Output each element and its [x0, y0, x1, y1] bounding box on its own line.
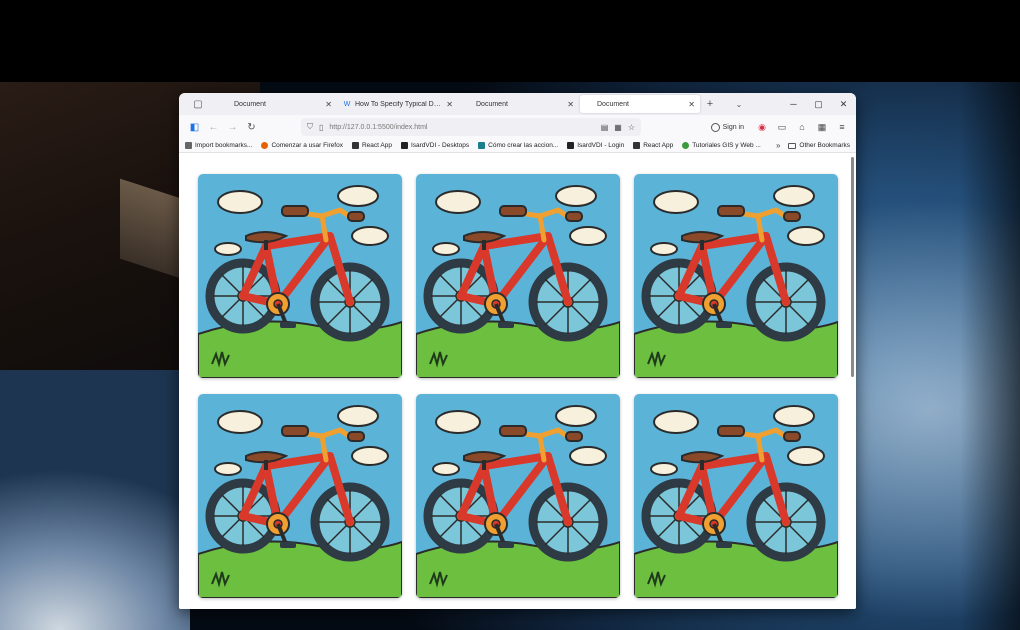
black-band — [0, 0, 1020, 82]
bookmark-label: React App — [643, 142, 674, 149]
url-text[interactable]: http://127.0.0.1:5500/index.html — [329, 124, 427, 131]
page-content — [179, 153, 856, 609]
tab-label: Document — [597, 100, 629, 108]
isard-icon — [400, 142, 408, 149]
bicycle-illustration — [198, 174, 402, 378]
other-bookmarks[interactable]: Other Bookmarks — [788, 142, 850, 149]
toolbar-right: Sign in ◉ ▭ ⌂ ▦ ≡ — [710, 119, 850, 135]
firefox-icon — [261, 142, 269, 149]
react-icon — [351, 142, 359, 149]
account-icon — [710, 122, 720, 132]
page-icon — [222, 100, 230, 108]
reader-view-icon[interactable]: ▤ — [601, 123, 609, 132]
react-icon — [633, 142, 641, 149]
page-icon — [464, 100, 472, 108]
bookmark-label: IsardVDI - Desktops — [410, 142, 470, 149]
w-icon: W — [343, 100, 351, 108]
firefox-view-button[interactable]: ▢ — [179, 93, 217, 115]
window-frame-shadow — [960, 80, 1020, 630]
forward-button[interactable]: → — [223, 118, 242, 137]
bookmarks-toolbar: Import bookmarks... Comenzar a usar Fire… — [179, 139, 856, 153]
tab-bar: ▢ Document ✕ W How To Specify Typical De… — [179, 93, 856, 115]
sign-in-button[interactable]: Sign in — [710, 122, 744, 132]
other-bookmarks-label: Other Bookmarks — [799, 142, 850, 149]
window-controls: ─ ▢ ✕ — [781, 93, 856, 115]
apps-grid-icon[interactable]: ▦ — [814, 119, 830, 135]
bookmark-label: Cómo crear las accion... — [488, 142, 559, 149]
shield-icon[interactable]: ⛉ — [307, 122, 313, 132]
tab-label: Document — [476, 100, 508, 108]
tab-document-active[interactable]: Document ✕ — [580, 95, 700, 113]
close-window-button[interactable]: ✕ — [831, 93, 856, 115]
firefox-view-icon: ▢ — [193, 98, 203, 110]
tab-close-icon[interactable]: ✕ — [688, 100, 695, 109]
sidebar-toggle-icon[interactable]: ◧ — [185, 118, 204, 137]
extensions-icon[interactable]: ⌂ — [794, 119, 810, 135]
bookmark-label: Tutoriales GIS y Web ... — [692, 142, 761, 149]
terminal-icon — [478, 142, 486, 149]
new-tab-button[interactable]: + — [701, 98, 719, 110]
reload-button[interactable]: ↻ — [242, 118, 261, 137]
page-info-icon[interactable]: ▯ — [319, 123, 323, 132]
back-button[interactable]: ← — [204, 118, 223, 137]
import-icon — [185, 142, 192, 149]
tab-close-icon[interactable]: ✕ — [325, 100, 332, 109]
bookmark-isardvdi-desktops[interactable]: IsardVDI - Desktops — [400, 142, 470, 149]
page-icon — [585, 100, 593, 108]
bookmark-import[interactable]: Import bookmarks... — [185, 142, 252, 149]
earth-horizon — [0, 370, 190, 630]
bookmark-label: IsardVDI - Login — [577, 142, 625, 149]
bicycle-illustration — [634, 174, 838, 378]
bookmark-como-crear[interactable]: Cómo crear las accion... — [478, 142, 558, 149]
sign-in-label: Sign in — [722, 123, 744, 131]
bookmarks-overflow-chevron-icon[interactable]: » — [776, 141, 780, 150]
bicycle-illustration — [416, 174, 620, 378]
tab-document-1[interactable]: Document ✕ — [217, 95, 337, 113]
list-all-tabs-chevron-icon[interactable]: ⌄ — [729, 100, 749, 109]
screenshot-icon[interactable]: ▭ — [774, 119, 790, 135]
url-actions: ▤ ▦ ☆ — [601, 123, 635, 132]
bookmark-isardvdi-login[interactable]: IsardVDI - Login — [567, 142, 624, 149]
bookmark-tutoriales-gis[interactable]: Tutoriales GIS y Web ... — [682, 142, 761, 149]
bookmark-firefox[interactable]: Comenzar a usar Firefox — [261, 142, 343, 149]
bookmark-label: Comenzar a usar Firefox — [271, 142, 343, 149]
menu-icon[interactable]: ≡ — [834, 119, 850, 135]
scrollbar[interactable] — [851, 157, 854, 377]
tab-label: How To Specify Typical Device — [355, 100, 443, 108]
bookmark-star-icon[interactable]: ☆ — [628, 123, 635, 132]
bicycle-illustration — [416, 394, 620, 598]
isard-icon — [567, 142, 575, 149]
extensions-grid-icon[interactable]: ▦ — [614, 123, 622, 132]
tab-document-2[interactable]: Document ✕ — [459, 95, 579, 113]
bookmark-label: React App — [361, 142, 392, 149]
address-bar[interactable]: ⛉ ▯ http://127.0.0.1:5500/index.html ▤ ▦… — [301, 118, 641, 136]
bookmark-react-app-1[interactable]: React App — [351, 142, 392, 149]
tab-close-icon[interactable]: ✕ — [567, 100, 574, 109]
folder-icon — [788, 142, 797, 149]
bookmark-label: Import bookmarks... — [195, 142, 253, 149]
bookmark-react-app-2[interactable]: React App — [633, 142, 673, 149]
tab-close-icon[interactable]: ✕ — [446, 100, 453, 109]
pocket-icon[interactable]: ◉ — [754, 119, 770, 135]
gis-icon — [682, 142, 690, 149]
bicycle-illustration — [198, 394, 402, 598]
maximize-button[interactable]: ▢ — [806, 93, 831, 115]
browser-window: ▢ Document ✕ W How To Specify Typical De… — [179, 93, 856, 609]
navigation-toolbar: ◧ ← → ↻ ⛉ ▯ http://127.0.0.1:5500/index.… — [179, 115, 856, 139]
tab-label: Document — [234, 100, 266, 108]
minimize-button[interactable]: ─ — [781, 93, 806, 115]
tab-how-to-specify[interactable]: W How To Specify Typical Device ✕ — [338, 95, 458, 113]
bicycle-illustration — [634, 394, 838, 598]
